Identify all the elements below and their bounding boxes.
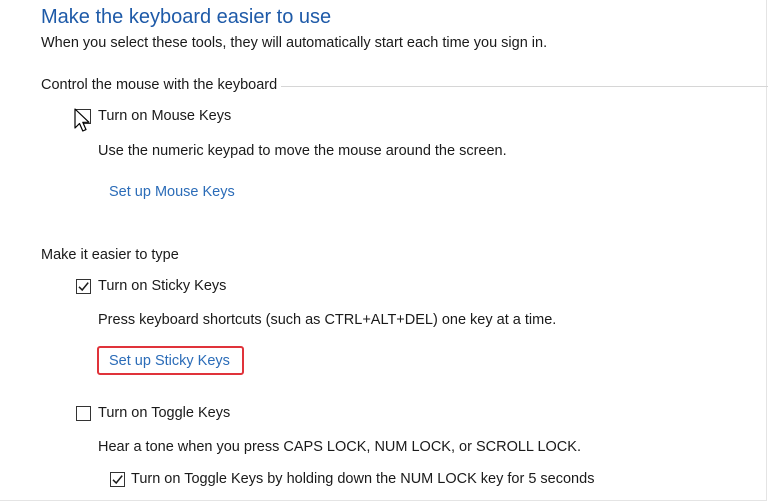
checkmark-icon — [78, 282, 89, 292]
toggle-keys-hold-checkbox[interactable] — [110, 472, 125, 487]
page-subtitle: When you select these tools, they will a… — [41, 35, 548, 51]
mouse-keys-label[interactable]: Turn on Mouse Keys — [98, 108, 231, 124]
toggle-keys-hold-label[interactable]: Turn on Toggle Keys by holding down the … — [131, 471, 594, 487]
toggle-keys-description: Hear a tone when you press CAPS LOCK, NU… — [98, 439, 581, 455]
sticky-keys-label[interactable]: Turn on Sticky Keys — [98, 278, 226, 294]
highlight-box — [97, 346, 244, 375]
setup-mouse-keys-link[interactable]: Set up Mouse Keys — [109, 184, 235, 200]
mouse-pointer-icon — [74, 108, 90, 132]
toggle-keys-checkbox[interactable] — [76, 406, 91, 421]
mouse-keys-description: Use the numeric keypad to move the mouse… — [98, 143, 507, 159]
typing-group-header: Make it easier to type — [41, 245, 183, 265]
sticky-keys-checkbox[interactable] — [76, 279, 91, 294]
toggle-keys-label[interactable]: Turn on Toggle Keys — [98, 405, 230, 421]
typing-group-heading: Make it easier to type — [41, 247, 179, 263]
page-title: Make the keyboard easier to use — [41, 6, 332, 28]
mouse-group-heading: Control the mouse with the keyboard — [41, 77, 278, 93]
mouse-group-header: Control the mouse with the keyboard — [41, 75, 768, 95]
group-divider — [281, 85, 768, 87]
checkmark-icon — [112, 475, 123, 485]
sticky-keys-description: Press keyboard shortcuts (such as CTRL+A… — [98, 312, 557, 328]
